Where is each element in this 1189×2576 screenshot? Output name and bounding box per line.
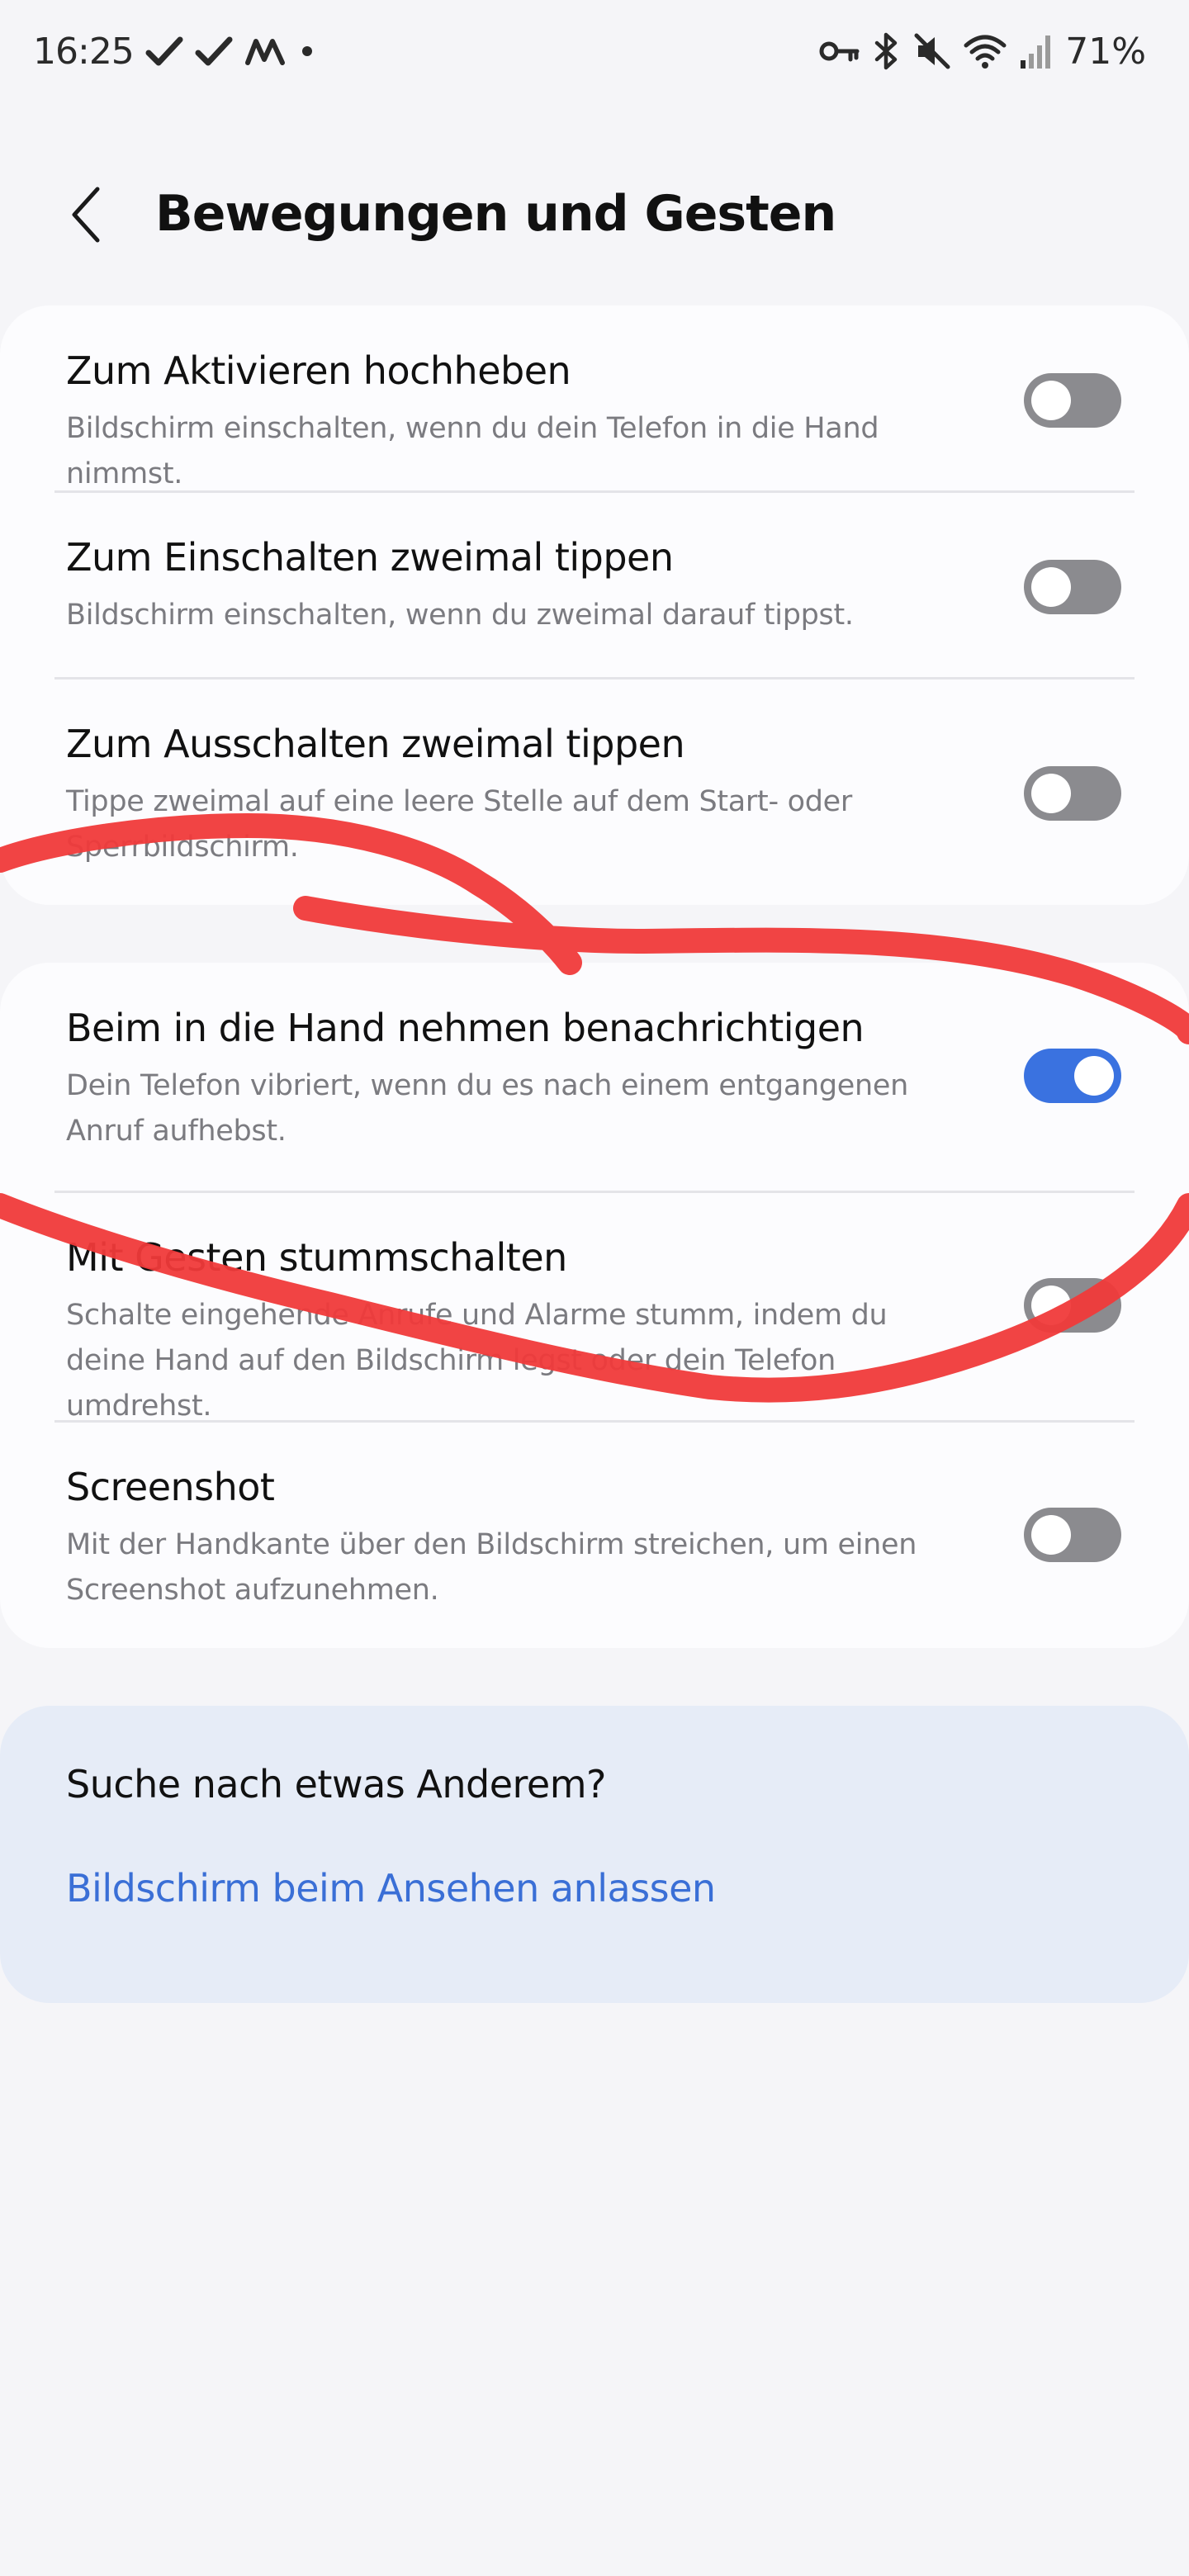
toggle-knob bbox=[1074, 1056, 1114, 1096]
back-button[interactable] bbox=[53, 183, 119, 249]
setting-description: Bildschirm einschalten, wenn du zweimal … bbox=[66, 599, 854, 632]
toggle-double-tap-off[interactable] bbox=[1024, 766, 1121, 821]
setting-title: Screenshot bbox=[66, 1465, 275, 1509]
wifi-icon bbox=[963, 30, 1007, 73]
settings-group-1: Zum Aktivieren hochheben Bildschirm eins… bbox=[0, 305, 1189, 905]
key-icon bbox=[817, 30, 860, 73]
toggle-knob bbox=[1031, 1286, 1071, 1325]
setting-description: Dein Telefon vibriert, wenn du es nach e… bbox=[66, 1069, 909, 1148]
chevron-left-icon bbox=[68, 186, 104, 247]
check-icon bbox=[145, 30, 183, 73]
suggestion-card: Suche nach etwas Anderem? Bildschirm bei… bbox=[0, 1706, 1189, 2003]
toggle-knob bbox=[1031, 774, 1071, 813]
suggestion-title: Suche nach etwas Anderem? bbox=[66, 1762, 606, 1807]
toggle-lift-to-wake[interactable] bbox=[1024, 373, 1121, 428]
battery-level: 71% bbox=[1065, 30, 1146, 73]
check-icon bbox=[195, 30, 233, 73]
toggle-palm-swipe-screenshot[interactable] bbox=[1024, 1508, 1121, 1562]
setting-title: Mit Gesten stummschalten bbox=[66, 1235, 567, 1280]
status-time: 16:25 bbox=[33, 30, 135, 73]
setting-title: Zum Ausschalten zweimal tippen bbox=[66, 722, 685, 766]
toggle-smart-alert[interactable] bbox=[1024, 1049, 1121, 1103]
toggle-mute-gestures[interactable] bbox=[1024, 1278, 1121, 1333]
toggle-knob bbox=[1031, 567, 1071, 607]
setting-row-smart-alert[interactable]: Beim in die Hand nehmen benachrichtigen … bbox=[0, 963, 1189, 1191]
signal-icon bbox=[1019, 30, 1054, 73]
m-app-icon bbox=[244, 30, 286, 73]
page-title: Bewegungen und Gesten bbox=[155, 185, 836, 243]
setting-description: Schalte eingehende Anrufe und Alarme stu… bbox=[66, 1299, 888, 1423]
setting-title: Beim in die Hand nehmen benachrichtigen bbox=[66, 1006, 865, 1050]
setting-row-palm-swipe-screenshot[interactable]: Screenshot Mit der Handkante über den Bi… bbox=[0, 1422, 1189, 1648]
setting-title: Zum Aktivieren hochheben bbox=[66, 348, 571, 393]
header: Bewegungen und Gesten bbox=[0, 165, 1189, 272]
mute-icon bbox=[913, 30, 951, 73]
status-right: 71% bbox=[817, 30, 1146, 73]
setting-row-lift-to-wake[interactable]: Zum Aktivieren hochheben Bildschirm eins… bbox=[0, 305, 1189, 492]
status-left: 16:25 bbox=[33, 30, 317, 73]
setting-title: Zum Einschalten zweimal tippen bbox=[66, 535, 674, 580]
setting-description: Bildschirm einschalten, wenn du dein Tel… bbox=[66, 412, 879, 490]
dot-icon bbox=[297, 30, 317, 73]
status-bar: 16:25 71% bbox=[0, 0, 1189, 107]
toggle-knob bbox=[1031, 1515, 1071, 1555]
setting-row-mute-gestures[interactable]: Mit Gesten stummschalten Schalte eingehe… bbox=[0, 1192, 1189, 1423]
setting-description: Mit der Handkante über den Bildschirm st… bbox=[66, 1528, 917, 1607]
toggle-knob bbox=[1031, 381, 1071, 420]
toggle-double-tap-on[interactable] bbox=[1024, 560, 1121, 614]
bluetooth-icon bbox=[872, 30, 902, 73]
setting-row-double-tap-off[interactable]: Zum Ausschalten zweimal tippen Tippe zwe… bbox=[0, 679, 1189, 905]
setting-row-double-tap-on[interactable]: Zum Einschalten zweimal tippen Bildschir… bbox=[0, 492, 1189, 679]
settings-group-2: Beim in die Hand nehmen benachrichtigen … bbox=[0, 963, 1189, 1648]
setting-description: Tippe zweimal auf eine leere Stelle auf … bbox=[66, 785, 852, 864]
suggestion-link-keep-screen-on[interactable]: Bildschirm beim Ansehen anlassen bbox=[66, 1866, 716, 1911]
